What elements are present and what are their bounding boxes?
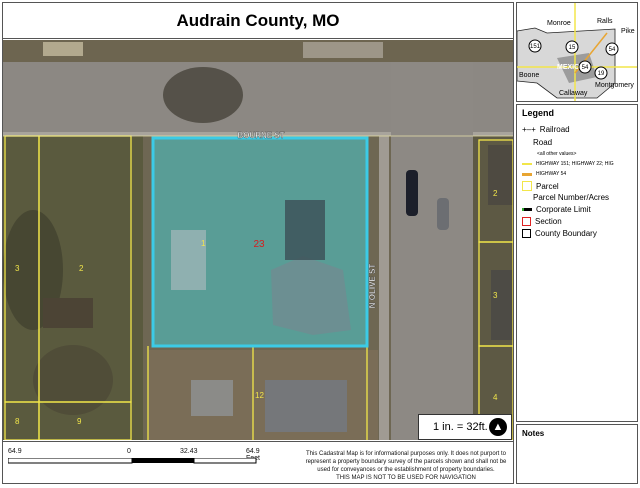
legend-label: Railroad: [539, 125, 570, 134]
inset-label: Pike: [621, 28, 635, 35]
locator-map: Monroe Ralls Pike MEXICO Boone Callaway …: [516, 2, 638, 102]
navigation-warning: THIS MAP IS NOT TO BE USED FOR NAVIGATIO…: [336, 475, 476, 481]
building-east-1: [488, 145, 513, 205]
route-shield: 19: [598, 71, 605, 77]
route-shield: 54: [609, 47, 616, 53]
tree-shadow: [163, 67, 243, 123]
map-footer: 64.9 0 32.43 64.9 Feet This Cadastral Ma…: [3, 441, 513, 483]
parcel-number: 2: [493, 189, 498, 198]
notes-title: Notes: [522, 429, 545, 438]
parcel-number: 4: [493, 393, 498, 402]
street-label-olive: N OLIVE ST: [368, 264, 377, 309]
parcel-number: 1: [201, 239, 206, 248]
map-title: Audrain County, MO: [3, 3, 513, 39]
disclaimer-text: This Cadastral Map is for informational …: [305, 451, 507, 473]
building-south-1: [191, 380, 233, 416]
parcel-number: 3: [15, 264, 20, 273]
legend-label: Section: [535, 217, 562, 226]
inset-label: Montgomery: [595, 82, 634, 89]
inset-label: Ralls: [597, 18, 613, 25]
legend-label: Parcel Number/Acres: [533, 193, 610, 202]
olive-sidewalk: [379, 136, 389, 440]
north-arrow-icon: ▲: [489, 418, 507, 436]
inset-label: Monroe: [547, 20, 571, 27]
scale-label: 32.43: [180, 448, 198, 455]
scale-box: 1 in. = 32ft. ▲: [418, 414, 512, 440]
highway-line-icon: [522, 163, 532, 165]
building-north-1: [43, 42, 83, 56]
county-box-icon: [522, 229, 531, 238]
inset-label: Callaway: [559, 90, 588, 97]
legend-label: Parcel: [536, 181, 559, 191]
legend-item-highway54: HIGHWAY 54: [522, 171, 566, 177]
building-north-2: [303, 42, 383, 58]
scale-bar: [8, 458, 257, 464]
legend-label: <all other values>: [537, 151, 577, 157]
car: [437, 198, 449, 230]
legend-panel: Legend +–+ Railroad Road <all other value…: [516, 104, 638, 422]
legend-label: HIGHWAY 151; HIGHWAY 22; HIG: [536, 161, 614, 167]
corporate-limit-icon: [522, 208, 532, 211]
route-shield: 151: [530, 44, 541, 50]
railroad-icon: +–+: [522, 125, 536, 134]
legend-item-highway: HIGHWAY 151; HIGHWAY 22; HIG: [522, 161, 614, 167]
tree-shadow: [33, 345, 113, 415]
legend-item-corporate: Corporate Limit: [522, 205, 591, 214]
legend-item-road: Road: [533, 138, 552, 147]
legend-label: HIGHWAY 54: [536, 171, 567, 177]
house-shadow: [285, 200, 325, 260]
scale-label: 64.9: [8, 448, 22, 455]
parcel-number: 3: [493, 291, 498, 300]
building-east-2: [491, 270, 513, 340]
legend-label: Corporate Limit: [536, 205, 591, 214]
notes-panel: Notes: [516, 424, 638, 484]
car: [406, 170, 418, 216]
parcel-number: 12: [255, 391, 264, 400]
route-shield: 15: [569, 45, 576, 51]
legend-label: Road: [533, 138, 553, 147]
building-south-2: [265, 380, 347, 432]
scale-bar-labels: 64.9 0 32.43 64.9 Feet: [3, 448, 273, 462]
parcel-number: 2: [79, 264, 84, 273]
legend-label: County Boundary: [535, 229, 597, 238]
parcel-number: 8: [15, 417, 20, 426]
map-view[interactable]: BOURNE ST N OLIVE ST 23 1 2 3 8 9 12 2 3…: [3, 40, 513, 440]
legend-item-other: <all other values>: [537, 151, 576, 157]
legend-item-parcel: Parcel: [522, 181, 559, 191]
inset-label: Boone: [519, 72, 539, 79]
route-shield: 54: [582, 65, 589, 71]
street-label-bourne: BOURNE ST: [237, 131, 284, 140]
legend-item-parcel-number: Parcel Number/Acres: [533, 193, 609, 202]
legend-item-county: County Boundary: [522, 229, 597, 238]
section-box-icon: [522, 217, 531, 226]
building-west: [43, 298, 93, 328]
scale-text: 1 in. = 32ft.: [433, 421, 488, 433]
olive-road: [391, 62, 473, 440]
parcel-number-main: 23: [253, 239, 265, 250]
legend-item-section: Section: [522, 217, 562, 226]
highway-54-icon: [522, 172, 532, 176]
parcel-box-icon: [522, 181, 532, 191]
legend-title: Legend: [522, 108, 555, 118]
parcel-number: 9: [77, 417, 82, 426]
scale-label: 0: [127, 448, 131, 455]
legend-item-railroad: +–+ Railroad: [522, 125, 570, 134]
